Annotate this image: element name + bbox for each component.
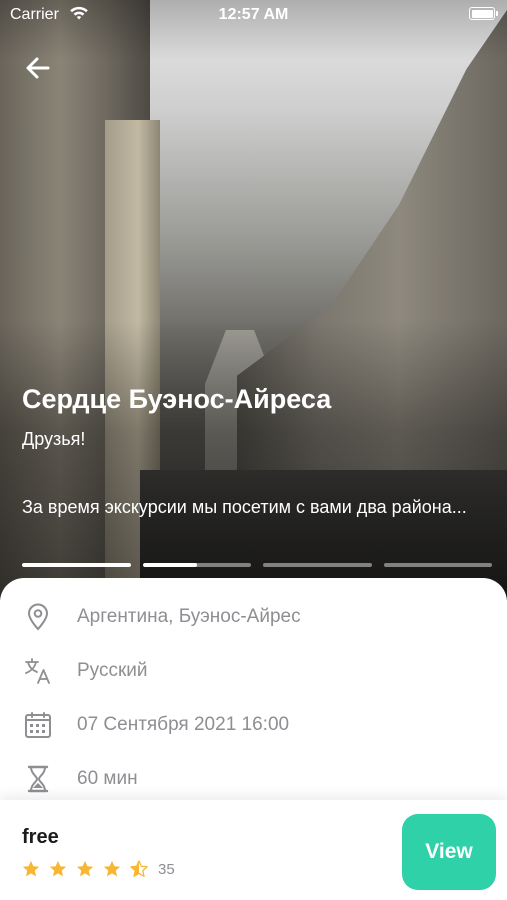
hourglass-icon	[22, 763, 54, 795]
star-icon	[76, 860, 94, 877]
clock: 12:57 AM	[218, 6, 289, 23]
view-button[interactable]: View	[402, 814, 496, 890]
progress-segment	[263, 563, 372, 567]
hero-image: Carrier 12:57 AM Сердце Буэнос-Айреса Др…	[0, 0, 507, 600]
progress-segment	[142, 563, 251, 567]
booking-bar: free 35 View	[0, 800, 507, 900]
location-row: Аргентина, Буэнос-Айрес	[22, 601, 301, 633]
date-text: 07 Сентября 2021 16:00	[77, 714, 290, 735]
translate-icon	[22, 655, 54, 687]
progress-segment	[383, 563, 492, 567]
location-text: Аргентина, Буэнос-Айрес	[77, 606, 301, 627]
star-icon	[22, 860, 40, 877]
language-text: Русский	[77, 660, 148, 681]
status-bar: Carrier 12:57 AM	[0, 0, 507, 30]
back-button[interactable]	[22, 52, 54, 84]
location-pin-icon	[22, 601, 54, 633]
back-arrow-icon	[26, 57, 50, 79]
half-star-icon	[130, 860, 148, 878]
duration-text: 60 мин	[77, 768, 138, 789]
tour-subtitle: Друзья!	[22, 429, 86, 449]
reviews-count: 35	[158, 860, 175, 878]
language-row: Русский	[22, 655, 148, 687]
tour-description: За время экскурсии мы посетим с вами два…	[22, 497, 467, 517]
progress-segment	[22, 563, 131, 567]
slide-progress	[22, 563, 492, 567]
tour-title: Сердце Буэнос-Айреса	[22, 384, 332, 414]
duration-row: 60 мин	[22, 763, 138, 795]
battery-icon	[469, 7, 498, 20]
star-icon	[49, 860, 67, 877]
price-label: free	[22, 826, 59, 848]
calendar-icon	[22, 709, 54, 741]
star-icon	[103, 860, 121, 877]
date-row: 07 Сентября 2021 16:00	[22, 709, 289, 741]
rating-stars: 35	[22, 860, 175, 878]
